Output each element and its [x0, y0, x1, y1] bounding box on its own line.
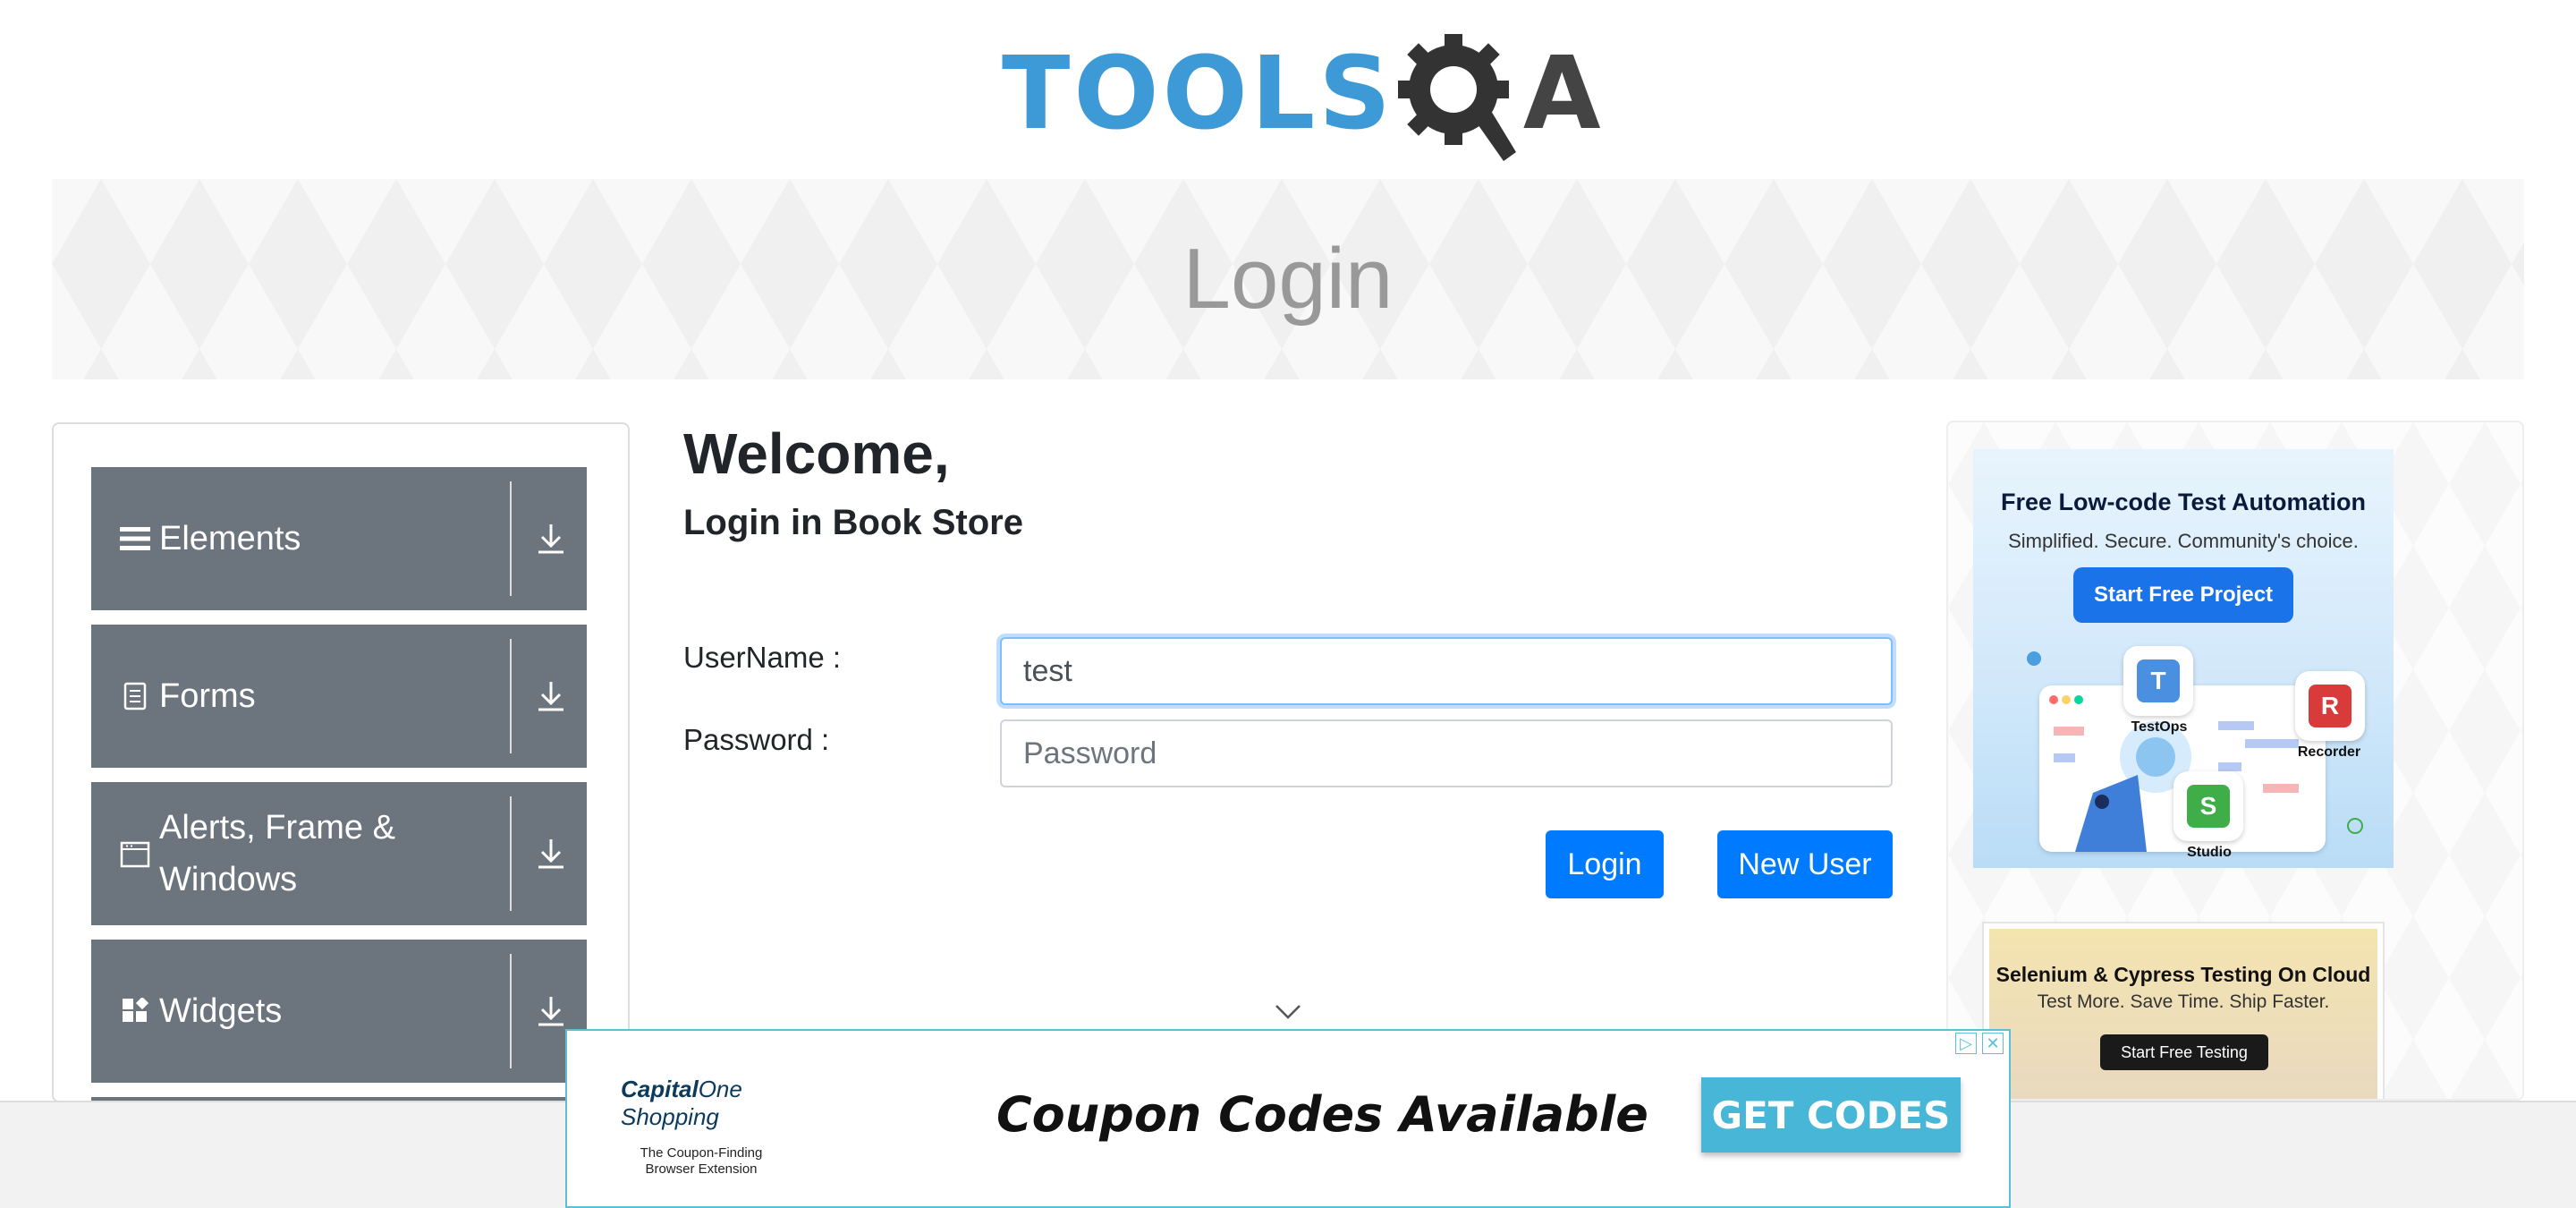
sidebar: Elements Forms Alerts, Frame & Windows W…	[52, 422, 630, 1102]
testops-tile: T	[2123, 646, 2193, 716]
ad-column: Free Low-code Test Automation Simplified…	[1946, 421, 2524, 1101]
sidebar-item-label: Forms	[159, 677, 256, 715]
start-free-testing-button[interactable]: Start Free Testing	[2100, 1034, 2268, 1070]
divider	[510, 954, 512, 1068]
document-icon	[118, 679, 152, 713]
toolsqa-logo[interactable]: TOOLS A	[1002, 27, 1601, 161]
sidebar-item-label: Widgets	[159, 992, 283, 1030]
tile-label: TestOps	[2131, 719, 2188, 735]
window-icon	[118, 838, 152, 872]
recorder-icon: R	[2309, 685, 2351, 727]
ad-subtitle: Simplified. Secure. Community's choice.	[2008, 530, 2359, 552]
cloud-testing-ad[interactable]: Selenium & Cypress Testing On Cloud Test…	[1982, 922, 2385, 1099]
download-arrow-icon[interactable]	[530, 832, 572, 875]
download-arrow-icon[interactable]	[530, 675, 572, 718]
ad-title: Selenium & Cypress Testing On Cloud	[1996, 963, 2371, 986]
welcome-heading: Welcome,	[683, 421, 950, 486]
username-label: UserName :	[683, 641, 842, 674]
sidebar-item-alerts-frame-windows[interactable]: Alerts, Frame & Windows	[91, 782, 587, 925]
ring-icon	[2347, 818, 2363, 834]
capital-one-logo: CapitalOne Shopping The Coupon-Finding B…	[621, 1076, 818, 1178]
page-title: Login	[1182, 231, 1394, 327]
sidebar-item-forms[interactable]: Forms	[91, 625, 587, 768]
ad-headline: Coupon Codes Available	[996, 1086, 1648, 1143]
close-icon[interactable]: ✕	[1982, 1033, 2004, 1054]
brand-name: CapitalOne Shopping	[621, 1076, 818, 1131]
chevron-down-icon[interactable]	[1274, 1000, 1302, 1022]
sidebar-item-label: Elements	[159, 520, 301, 557]
katalon-ad[interactable]: Free Low-code Test Automation Simplified…	[1973, 449, 2394, 868]
start-free-project-button[interactable]: Start Free Project	[2073, 567, 2293, 623]
sidebar-item-elements[interactable]: Elements	[91, 467, 587, 610]
download-arrow-icon[interactable]	[530, 990, 572, 1033]
page: TOOLS A Login Elements Forms Alerts, Fra…	[0, 0, 2576, 1208]
logo-suffix: A	[1522, 36, 1601, 152]
sidebar-item-widgets[interactable]: Widgets	[91, 940, 587, 1083]
testops-icon: T	[2137, 659, 2180, 702]
ad-body: Selenium & Cypress Testing On Cloud Test…	[1989, 929, 2377, 1099]
bottom-banner-ad[interactable]: ▷ ✕ CapitalOne Shopping The Coupon-Findi…	[565, 1029, 2011, 1208]
password-label: Password :	[683, 723, 830, 756]
ad-title: Free Low-code Test Automation	[2000, 489, 2367, 515]
recorder-tile: R	[2295, 671, 2365, 741]
hamburger-icon	[118, 522, 152, 556]
logo-text: TOOLS	[1002, 36, 1394, 152]
brand-bold: Capital	[621, 1076, 699, 1102]
username-input[interactable]	[1000, 637, 1893, 705]
page-banner: Login	[52, 179, 2524, 379]
studio-icon: S	[2187, 785, 2230, 828]
widgets-icon	[118, 994, 152, 1028]
divider	[510, 796, 512, 911]
tile-label: Recorder	[2297, 744, 2361, 760]
dot-icon	[2027, 651, 2041, 666]
sidebar-item-label: Alerts, Frame & Windows	[159, 809, 395, 898]
tile-label: Studio	[2187, 845, 2232, 860]
new-user-button[interactable]: New User	[1717, 830, 1893, 898]
ad-info-icon[interactable]: ▷	[1955, 1033, 1977, 1054]
ad-choices: ▷ ✕	[1955, 1033, 2004, 1054]
password-input[interactable]	[1000, 719, 1893, 787]
login-subtitle: Login in Book Store	[683, 503, 1023, 542]
divider	[510, 639, 512, 753]
brand-tagline: The Coupon-Finding Browser Extension	[640, 1145, 763, 1177]
login-button[interactable]: Login	[1546, 830, 1664, 898]
download-arrow-icon[interactable]	[530, 517, 572, 560]
get-codes-button[interactable]: GET CODES	[1701, 1077, 1961, 1153]
divider	[510, 481, 512, 596]
gear-icon	[1397, 27, 1523, 161]
studio-tile: S	[2174, 771, 2243, 841]
ad-subtitle: Test More. Save Time. Ship Faster.	[2037, 991, 2330, 1012]
